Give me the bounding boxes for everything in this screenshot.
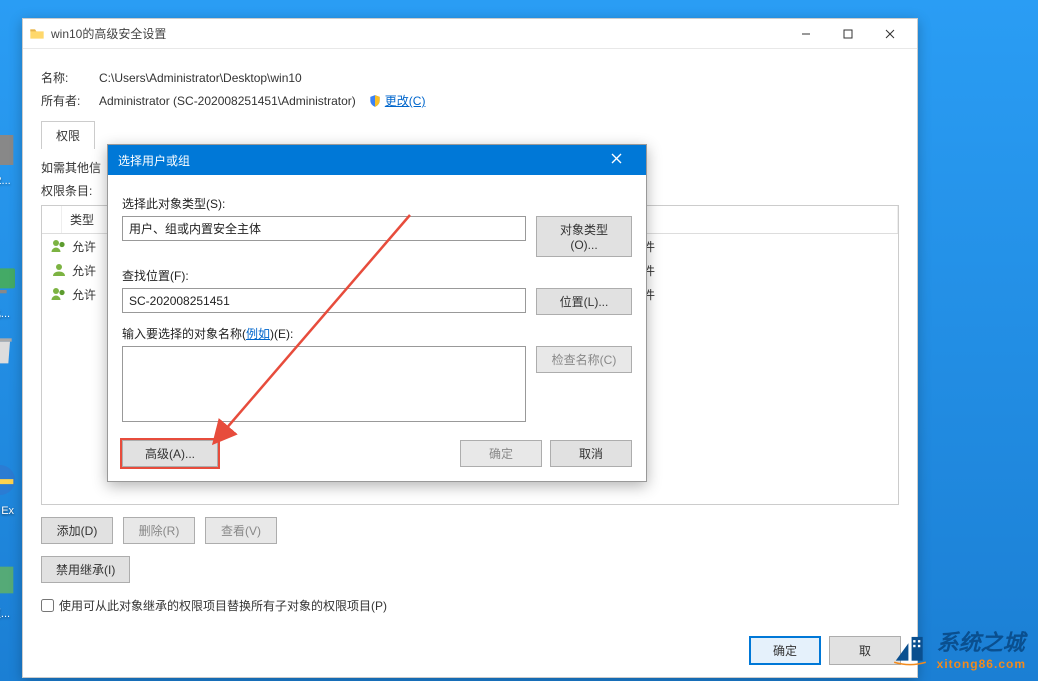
- user-icon: [50, 261, 68, 279]
- view-button[interactable]: 查看(V): [205, 517, 277, 544]
- ok-button[interactable]: 确定: [749, 636, 821, 665]
- name-label: 名称:: [41, 69, 99, 86]
- object-type-field: 用户、组或内置安全主体: [122, 216, 526, 241]
- locations-button[interactable]: 位置(L)...: [536, 288, 632, 315]
- object-path: C:\Users\Administrator\Desktop\win10: [99, 71, 302, 85]
- location-field: SC-202008251451: [122, 288, 526, 313]
- object-type-label: 选择此对象类型(S):: [122, 195, 632, 212]
- minimize-button[interactable]: [785, 20, 827, 48]
- dialog-cancel-button[interactable]: 取消: [550, 440, 632, 467]
- watermark: 系统之城 xitong86.com: [891, 625, 1026, 671]
- object-name-label: 输入要选择的对象名称(例如)(E):: [122, 325, 632, 342]
- maximize-button[interactable]: [827, 20, 869, 48]
- change-owner-link[interactable]: 更改(C): [385, 92, 426, 109]
- window-title: win10的高级安全设置: [51, 25, 785, 42]
- col-type[interactable]: 类型: [62, 206, 112, 233]
- example-link[interactable]: 例如: [246, 327, 270, 341]
- object-types-button[interactable]: 对象类型(O)...: [536, 216, 632, 257]
- tab-permissions[interactable]: 权限: [41, 121, 95, 149]
- shield-icon: [368, 94, 382, 108]
- location-label: 查找位置(F):: [122, 267, 632, 284]
- watermark-title: 系统之城: [937, 625, 1026, 657]
- add-button[interactable]: 添加(D): [41, 517, 113, 544]
- select-user-group-dialog: 选择用户或组 选择此对象类型(S): 用户、组或内置安全主体 对象类型(O)..…: [107, 144, 647, 482]
- advanced-button[interactable]: 高级(A)...: [122, 440, 218, 467]
- owner-label: 所有者:: [41, 92, 99, 109]
- watermark-url: xitong86.com: [937, 657, 1026, 671]
- replace-children-checkbox[interactable]: [41, 599, 54, 612]
- users-icon: [50, 285, 68, 303]
- object-name-input[interactable]: [122, 346, 526, 422]
- dialog-title: 选择用户或组: [118, 152, 596, 169]
- owner-value: Administrator (SC-202008251451\Administr…: [99, 94, 356, 108]
- dialog-titlebar: 选择用户或组: [108, 145, 646, 175]
- titlebar: win10的高级安全设置: [23, 19, 917, 49]
- remove-button[interactable]: 删除(R): [123, 517, 195, 544]
- watermark-logo-icon: [891, 629, 929, 667]
- disable-inheritance-button[interactable]: 禁用继承(I): [41, 556, 130, 583]
- dialog-ok-button[interactable]: 确定: [460, 440, 542, 467]
- folder-icon: [29, 26, 45, 42]
- replace-children-label: 使用可从此对象继承的权限项目替换所有子对象的权限项目(P): [59, 597, 387, 614]
- dialog-close-button[interactable]: [596, 153, 636, 167]
- users-icon: [50, 237, 68, 255]
- close-button[interactable]: [869, 20, 911, 48]
- check-names-button[interactable]: 检查名称(C): [536, 346, 632, 373]
